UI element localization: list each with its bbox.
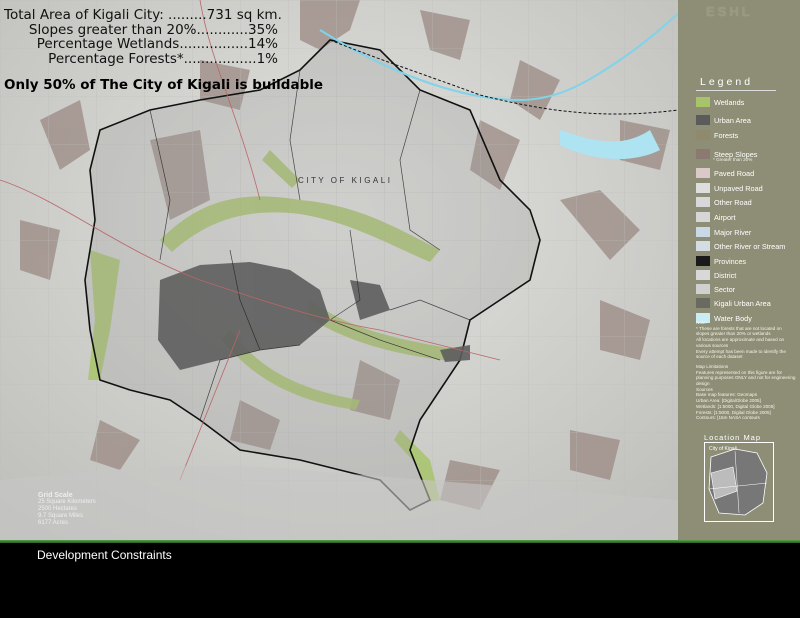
legend-item: Other Road — [696, 197, 752, 207]
stat-total-area: Total Area of Kigali City: .........731 … — [4, 7, 282, 23]
legend-item: District — [696, 270, 736, 280]
legend-item: Urban Area — [696, 115, 751, 125]
grid-scale-title: Grid Scale — [38, 492, 73, 499]
stat-wetlands: Percentage Wetlands................14% — [36, 36, 278, 53]
legend-item-label: Other River or Stream — [714, 241, 786, 251]
sector-line-swatch — [696, 284, 710, 294]
note-line: Features represented on this figure are … — [696, 369, 796, 387]
grid-scale-line: 2500 Hectares — [38, 506, 78, 512]
legend-item-label: Provinces — [714, 256, 747, 266]
legend-divider — [696, 90, 776, 91]
grid-scale: Grid Scale 25 Square Kilometers 2500 Hec… — [38, 492, 96, 527]
legend-item-label: Unpaved Road — [714, 183, 763, 193]
legend-item-label: Urban Area — [714, 115, 751, 125]
legend-item: Major River — [696, 227, 751, 237]
legend-item: Airport — [696, 212, 736, 222]
note-line: All locations are approximate and based … — [696, 337, 785, 348]
legend-item-label: Kigali Urban Area — [714, 298, 771, 308]
district-line-swatch — [696, 270, 710, 280]
grid-scale-line: 9.7 Square Miles — [38, 513, 84, 519]
stream-swatch — [696, 241, 710, 251]
steep-swatch — [696, 149, 710, 159]
location-map: City of Kigali — [704, 442, 774, 522]
legend-item: Kigali Urban Area — [696, 298, 771, 308]
footer-divider — [0, 540, 800, 543]
buildable-headline: Only 50% of The City of Kigali is builda… — [4, 77, 324, 93]
location-map-shape — [708, 448, 768, 516]
map-notes: Note: * These are forests that are not l… — [696, 320, 796, 421]
province-line-swatch — [696, 256, 710, 266]
statistics-block: Total Area of Kigali City: .........731 … — [4, 8, 282, 66]
footer-bar: Development Constraints — [0, 540, 800, 618]
urban-swatch — [696, 115, 710, 125]
legend-item: Forests — [696, 130, 738, 140]
note-line: Contours: [15m NASA contours — [696, 415, 760, 421]
forest-swatch — [696, 130, 710, 140]
legend-item-label: Wetlands — [714, 97, 745, 107]
location-map-title: Location Map — [704, 433, 762, 442]
legend-item-label: Airport — [714, 212, 736, 222]
legend-item: Wetlands — [696, 97, 744, 107]
legend-item-label: District — [714, 270, 737, 280]
paved-road-swatch — [696, 168, 710, 178]
stat-slopes: Slopes greater than 20%............35% — [28, 21, 278, 38]
wetland-swatch — [696, 97, 710, 107]
legend-item-label: Forests — [714, 130, 739, 140]
legend-item-label: Major River — [714, 227, 752, 237]
city-label: CITY OF KIGALI — [298, 176, 393, 185]
legend-item-label: Sector — [714, 284, 736, 294]
steep-note: * Greater than 20% — [713, 157, 753, 162]
logo: ESHL — [706, 4, 753, 19]
legend-item: Provinces — [696, 256, 746, 266]
location-map-label: City of Kigali — [709, 446, 737, 452]
legend-item-label: Other Road — [714, 197, 752, 207]
map-canvas[interactable]: Total Area of Kigali City: .........731 … — [0, 0, 678, 540]
legend-item: Unpaved Road — [696, 183, 763, 193]
airport-swatch — [696, 212, 710, 222]
legend-panel: ESHL Legend Wetlands Urban Area Forests Ste… — [678, 0, 800, 540]
grid-scale-line: 25 Square Kilometers — [38, 499, 96, 505]
unpaved-road-swatch — [696, 183, 710, 193]
stat-forests: Percentage Forests*.................1% — [48, 50, 278, 67]
legend-item-label: Paved Road — [714, 168, 755, 178]
kigali-urban-swatch — [696, 298, 710, 308]
note-line: Every attempt has been made to identify … — [696, 348, 786, 360]
legend-title: Legend — [700, 76, 754, 88]
legend-item: Other River or Stream — [696, 241, 785, 251]
footer-caption: Development Constraints — [37, 548, 172, 562]
grid-scale-line: 6177 Acres — [38, 520, 69, 526]
other-road-swatch — [696, 197, 710, 207]
major-river-swatch — [696, 227, 710, 237]
legend-item: Paved Road — [696, 168, 754, 178]
legend-item: Sector — [696, 284, 735, 294]
note-line: * These are forests that are not located… — [696, 325, 782, 337]
